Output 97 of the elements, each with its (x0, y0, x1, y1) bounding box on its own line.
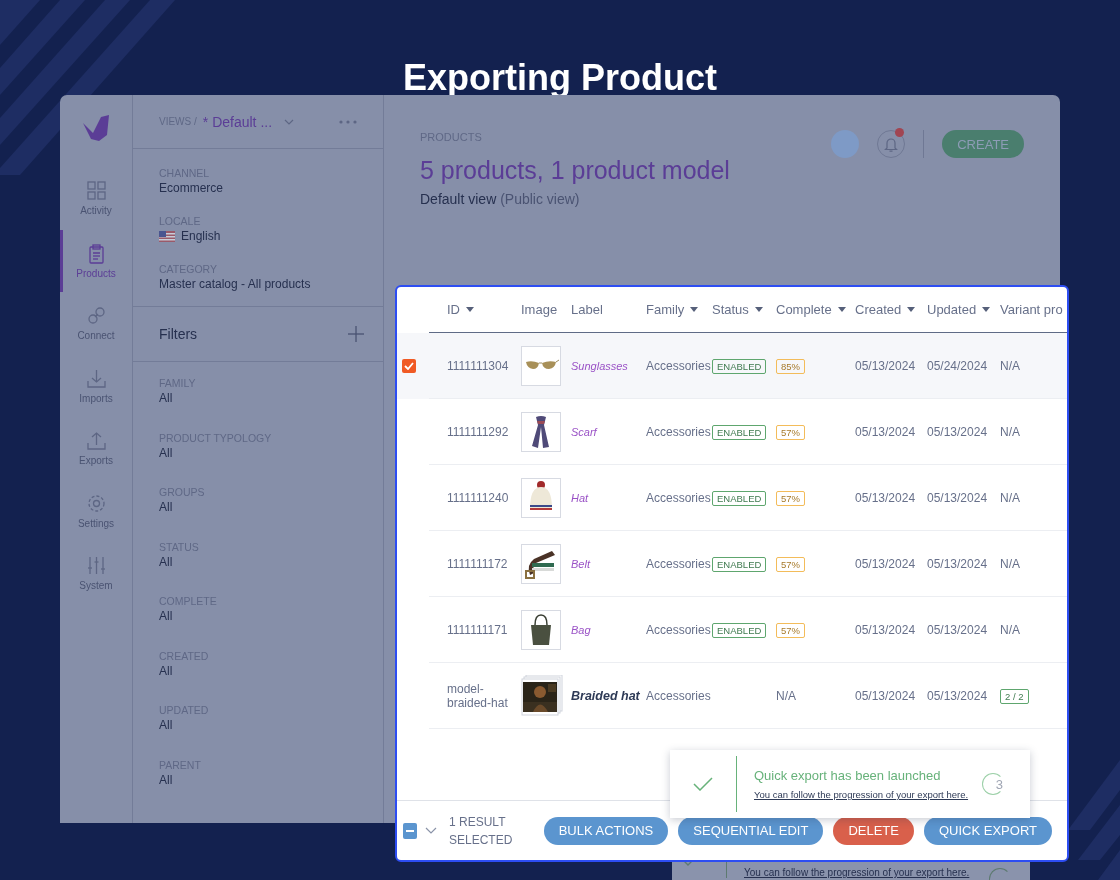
toast-link[interactable]: You can follow the progression of your export here. (754, 789, 969, 800)
table-cell: N/A (1000, 425, 1020, 439)
product-label[interactable]: Bag (571, 597, 646, 663)
action-button[interactable]: SEQUENTIAL EDIT (678, 816, 824, 845)
dash-icon (406, 829, 414, 832)
table-cell-text: Accessories (646, 622, 712, 639)
toast-title: Quick export has been launched (754, 768, 942, 783)
nav-item[interactable]: System (60, 542, 132, 605)
bell-icon (884, 136, 899, 152)
caret-down-icon (837, 307, 846, 312)
table-cell: N/A (1000, 623, 1020, 637)
table-cell-text: 05/13/2024 (927, 622, 989, 639)
table-cell-text: Accessories (646, 490, 712, 507)
status-badge: ENABLED (712, 622, 767, 638)
status-badge: ENABLED (712, 556, 767, 572)
plus-icon (348, 326, 364, 342)
link-icon (85, 305, 107, 327)
chevron-down-icon (425, 827, 437, 834)
table-cell-text: Accessories (646, 556, 712, 573)
sliders-icon (85, 555, 107, 577)
table-cell-text: 05/13/2024 (927, 688, 989, 705)
action-button[interactable]: BULK ACTIONS (543, 816, 669, 845)
table-cell-text: 1111111304 (446, 358, 510, 375)
logo-icon (81, 113, 111, 143)
check-icon (693, 777, 713, 791)
nav-item[interactable]: Connect (60, 292, 132, 355)
nav-item[interactable]: Exports (60, 417, 132, 480)
page-heading: 5 products, 1 product model (420, 155, 731, 185)
completeness-badge: 57% (776, 424, 805, 440)
table-cell-text: 05/13/2024 (855, 358, 917, 375)
action-button[interactable]: QUICK EXPORT (924, 816, 1052, 845)
completeness-badge: 57% (776, 490, 805, 506)
table-cell-text: 05/24/2024 (927, 358, 989, 375)
upload-icon (85, 430, 107, 452)
table-cell-text: 1111111171 (446, 622, 509, 639)
table-cell-text: Accessories (646, 424, 712, 441)
status-badge: ENABLED (712, 490, 767, 506)
variant-badge: 2 / 2 (1000, 688, 1029, 704)
product-label[interactable]: Braided hat (571, 663, 646, 729)
flag-icon (159, 230, 175, 242)
status-badge: ENABLED (712, 424, 767, 440)
completeness-badge: 57% (776, 556, 805, 572)
view-selector[interactable]: * Default ... (202, 113, 273, 130)
table-cell-text: Accessories (646, 688, 712, 705)
table-cell-text: model-braided-hat (446, 681, 509, 712)
table-cell-text: 1111111240 (446, 490, 510, 507)
download-icon (85, 367, 107, 389)
gear-icon (85, 492, 107, 514)
locale-selector[interactable]: English (181, 228, 221, 244)
selection-menu-button[interactable] (425, 827, 437, 834)
row-checkbox[interactable] (402, 359, 416, 373)
check-icon (404, 362, 414, 370)
status-badge: ENABLED (712, 358, 767, 374)
more-icon (339, 119, 357, 124)
nav-item[interactable]: Imports (60, 354, 132, 417)
table-cell: N/A (1000, 491, 1020, 505)
product-label[interactable]: Belt (571, 531, 646, 597)
table-cell-text: 05/13/2024 (927, 490, 989, 507)
selection-count: 1 RESULT SELECTED (449, 813, 511, 849)
table-cell-text: 1111111172 (446, 556, 509, 573)
table-cell-text: 05/13/2024 (855, 424, 917, 441)
table-cell-text: 05/13/2024 (855, 688, 917, 705)
field-value[interactable]: Master catalog - All products (159, 276, 311, 292)
table-cell-text: 05/13/2024 (855, 490, 917, 507)
table-cell-text: 05/13/2024 (927, 424, 989, 441)
caret-down-icon (466, 307, 474, 312)
caret-down-icon (754, 307, 763, 312)
completeness-badge: 57% (776, 622, 805, 638)
page-title: Exporting Product (402, 56, 718, 95)
table-cell-text: 05/13/2024 (855, 622, 917, 639)
product-label[interactable]: Hat (571, 465, 646, 531)
filters-heading: Filters (159, 326, 198, 342)
caret-down-icon (690, 307, 699, 312)
table-cell: N/A (776, 689, 796, 703)
chevron-down-icon (284, 118, 295, 125)
nav-item[interactable]: Settings (60, 479, 132, 542)
caret-down-icon (907, 307, 916, 312)
caret-down-icon (982, 307, 991, 312)
delete-button[interactable]: DELETE (833, 816, 914, 845)
nav-item[interactable]: Activity (60, 167, 132, 230)
table-row[interactable]: 1111111304 Sunglasses Accessories ENABLED 85% 05/13/2024 05/24/2024 N/A (397, 333, 1067, 399)
table-cell-text: 1111111292 (446, 424, 510, 441)
grid-icon (85, 180, 107, 202)
table-cell-text: 05/13/2024 (855, 556, 917, 573)
product-label[interactable]: Sunglasses (571, 333, 646, 399)
table-cell-text: 05/13/2024 (927, 556, 989, 573)
table-cell: N/A (1000, 557, 1020, 571)
field-value[interactable]: Ecommerce (159, 180, 223, 196)
completeness-badge: 85% (776, 358, 805, 374)
toast-link[interactable]: You can follow the progression of your export here. (744, 867, 970, 878)
nav-item[interactable]: Products (60, 229, 132, 292)
select-all-checkbox[interactable] (403, 822, 417, 839)
view-name: Default view (Public view) (420, 191, 581, 207)
product-label[interactable]: Scarf (571, 399, 646, 465)
table-cell-text: Accessories (646, 358, 712, 375)
table-cell: N/A (1000, 359, 1020, 373)
add-filter-button[interactable] (348, 326, 364, 342)
